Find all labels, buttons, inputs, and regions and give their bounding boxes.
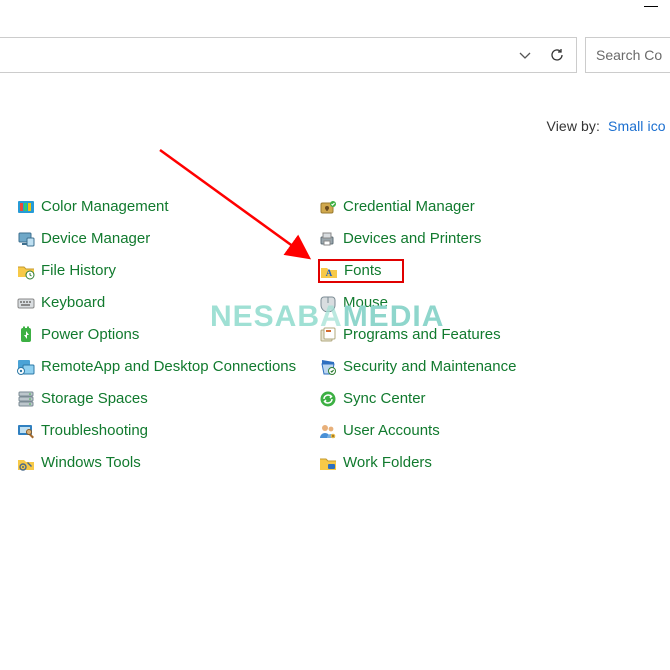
cp-item-label: Mouse bbox=[343, 294, 388, 312]
cp-item-color-management[interactable]: Color Management bbox=[16, 195, 318, 219]
cp-item-troubleshooting[interactable]: Troubleshooting bbox=[16, 419, 318, 443]
cp-item-label: Color Management bbox=[41, 198, 169, 216]
cp-item-label: Credential Manager bbox=[343, 198, 475, 216]
color-mgmt-icon bbox=[17, 198, 35, 216]
credential-icon bbox=[319, 198, 337, 216]
address-bar[interactable] bbox=[0, 37, 577, 73]
cp-item-label: Troubleshooting bbox=[41, 422, 148, 440]
viewby-row: View by: Small ico bbox=[547, 118, 670, 134]
cp-item-label: Sync Center bbox=[343, 390, 426, 408]
cp-item-label: Work Folders bbox=[343, 454, 432, 472]
svg-text:A: A bbox=[326, 268, 333, 278]
keyboard-icon bbox=[17, 294, 35, 312]
fonts-icon: A bbox=[320, 262, 338, 280]
security-icon bbox=[319, 358, 337, 376]
cp-item-remoteapp[interactable]: RemoteApp and Desktop Connections bbox=[16, 355, 318, 379]
work-folders-icon bbox=[319, 454, 337, 472]
cp-item-user-accounts[interactable]: User Accounts bbox=[318, 419, 658, 443]
power-icon bbox=[17, 326, 35, 344]
cp-item-programs-features[interactable]: Programs and Features bbox=[318, 323, 658, 347]
cp-item-label: Devices and Printers bbox=[343, 230, 481, 248]
cp-item-credential-manager[interactable]: Credential Manager bbox=[318, 195, 658, 219]
tools-icon bbox=[17, 454, 35, 472]
cp-item-work-folders[interactable]: Work Folders bbox=[318, 451, 658, 475]
items-column-left: Color Management Device Manager File Histo… bbox=[16, 195, 318, 475]
cp-item-power-options[interactable]: Power Options bbox=[16, 323, 318, 347]
sync-icon bbox=[319, 390, 337, 408]
items-column-right: Credential Manager Devices and Printers A F… bbox=[318, 195, 658, 475]
troubleshoot-icon bbox=[17, 422, 35, 440]
storage-icon bbox=[17, 390, 35, 408]
file-history-icon bbox=[17, 262, 35, 280]
cp-item-label: Windows Tools bbox=[41, 454, 141, 472]
cp-item-file-history[interactable]: File History bbox=[16, 259, 318, 283]
cp-item-mouse[interactable]: Mouse bbox=[318, 291, 658, 315]
cp-item-label: RemoteApp and Desktop Connections bbox=[41, 358, 296, 376]
devices-printers-icon bbox=[319, 230, 337, 248]
cp-item-fonts[interactable]: A Fonts bbox=[318, 259, 404, 283]
programs-icon bbox=[319, 326, 337, 344]
device-mgr-icon bbox=[17, 230, 35, 248]
viewby-label: View by: bbox=[547, 118, 600, 134]
cp-item-keyboard[interactable]: Keyboard bbox=[16, 291, 318, 315]
cp-item-windows-tools[interactable]: Windows Tools bbox=[16, 451, 318, 475]
cp-item-label: Storage Spaces bbox=[41, 390, 148, 408]
window-minimize-button[interactable] bbox=[644, 6, 658, 7]
cp-item-label: Programs and Features bbox=[343, 326, 501, 344]
refresh-button[interactable] bbox=[542, 40, 572, 70]
cp-item-label: Keyboard bbox=[41, 294, 105, 312]
cp-item-label: Power Options bbox=[41, 326, 139, 344]
cp-item-device-manager[interactable]: Device Manager bbox=[16, 227, 318, 251]
cp-item-label: User Accounts bbox=[343, 422, 440, 440]
search-input[interactable]: Search Co bbox=[585, 37, 670, 73]
addressbar-row: Search Co bbox=[0, 37, 670, 73]
cp-item-label: Fonts bbox=[344, 262, 382, 280]
cp-item-label: File History bbox=[41, 262, 116, 280]
address-dropdown-button[interactable] bbox=[510, 40, 540, 70]
cp-item-sync-center[interactable]: Sync Center bbox=[318, 387, 658, 411]
control-panel-items: Color Management Device Manager File Histo… bbox=[16, 195, 670, 475]
search-placeholder: Search Co bbox=[596, 47, 662, 63]
remoteapp-icon bbox=[17, 358, 35, 376]
cp-item-label: Security and Maintenance bbox=[343, 358, 516, 376]
cp-item-storage-spaces[interactable]: Storage Spaces bbox=[16, 387, 318, 411]
cp-item-security-maintenance[interactable]: Security and Maintenance bbox=[318, 355, 658, 379]
viewby-dropdown[interactable]: Small ico bbox=[608, 118, 670, 134]
cp-item-label: Device Manager bbox=[41, 230, 150, 248]
users-icon bbox=[319, 422, 337, 440]
mouse-icon bbox=[319, 294, 337, 312]
cp-item-devices-printers[interactable]: Devices and Printers bbox=[318, 227, 658, 251]
